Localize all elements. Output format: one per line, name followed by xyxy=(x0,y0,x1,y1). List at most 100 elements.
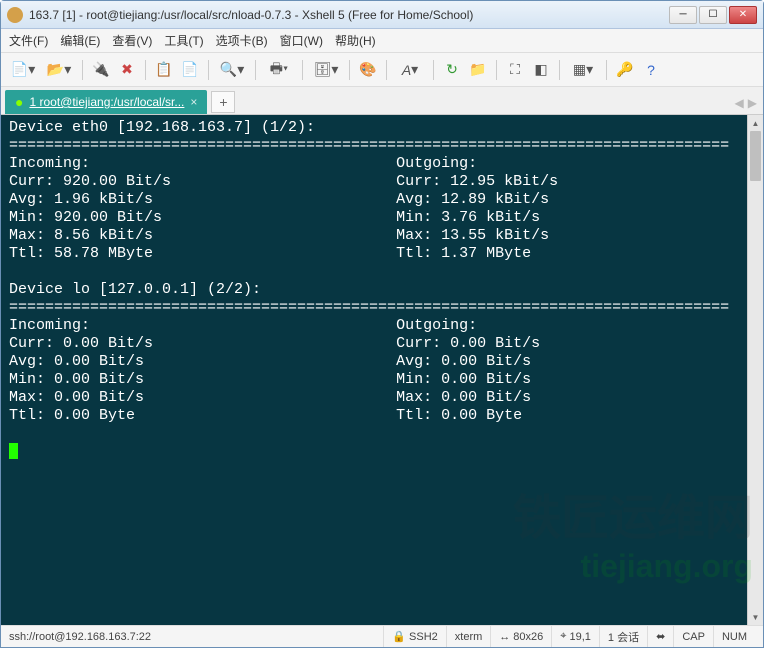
status-sessions: 1 会话 xyxy=(599,626,647,647)
lo-out-curr: Curr: 0.00 Bit/s xyxy=(396,335,540,352)
find-icon[interactable]: 🔍▾ xyxy=(216,59,248,81)
paste-icon[interactable]: 📄 xyxy=(179,59,201,81)
status-num: NUM xyxy=(713,626,755,647)
fullscreen-icon[interactable]: ⛶ xyxy=(504,59,526,81)
tab-label: 1 root@tiejiang:/usr/local/sr... xyxy=(29,95,184,109)
eth0-in-max: Max: 8.56 kBit/s xyxy=(9,227,153,244)
incoming-label: Incoming: xyxy=(9,317,90,334)
titlebar[interactable]: 163.7 [1] - root@tiejiang:/usr/local/src… xyxy=(1,1,763,29)
lo-out-max: Max: 0.00 Bit/s xyxy=(396,389,531,406)
eth0-in-ttl: Ttl: 58.78 MByte xyxy=(9,245,153,262)
menu-help[interactable]: 帮助(H) xyxy=(335,32,376,49)
tab-close-icon[interactable]: × xyxy=(190,95,197,109)
scroll-thumb[interactable] xyxy=(750,131,761,181)
tab-session-1[interactable]: ● 1 root@tiejiang:/usr/local/sr... × xyxy=(5,90,207,114)
separator xyxy=(496,60,497,80)
status-connection: ssh://root@192.168.163.7:22 xyxy=(9,631,383,643)
transfer-icon[interactable]: ↻ xyxy=(441,59,463,81)
font-icon[interactable]: A▾ xyxy=(394,59,426,81)
separator xyxy=(145,60,146,80)
lo-in-max: Max: 0.00 Bit/s xyxy=(9,389,144,406)
lock-icon: 🔒 xyxy=(392,630,406,643)
terminal-area: Device eth0 [192.168.163.7] (1/2): =====… xyxy=(1,115,763,625)
status-conn-indicator: ⬌ xyxy=(647,626,673,647)
layout-icon[interactable]: ▦▾ xyxy=(567,59,599,81)
separator xyxy=(302,60,303,80)
vertical-scrollbar[interactable]: ▲ ▼ xyxy=(747,115,763,625)
nload-header-lo: Device lo [127.0.0.1] (2/2): xyxy=(9,281,261,298)
tabbar: ● 1 root@tiejiang:/usr/local/sr... × + ◀… xyxy=(1,87,763,115)
toolbar: 📄▾ 📂▾ 🔌 ✖ 📋 📄 🔍▾ 🖶▾ 🗄▾ 🎨 A▾ ↻ 📁 ⛶ ◧ ▦▾ 🔑… xyxy=(1,53,763,87)
key-icon[interactable]: 🔑 xyxy=(614,59,636,81)
lo-in-curr: Curr: 0.00 Bit/s xyxy=(9,335,153,352)
scroll-up-icon[interactable]: ▲ xyxy=(748,115,763,131)
status-term-type: xterm xyxy=(446,626,491,647)
lo-out-min: Min: 0.00 Bit/s xyxy=(396,371,531,388)
tab-prev-icon[interactable]: ◀ xyxy=(735,96,744,110)
cursor-pos-icon: ⌖ xyxy=(560,630,566,643)
lo-out-avg: Avg: 0.00 Bit/s xyxy=(396,353,531,370)
color-scheme-icon[interactable]: 🎨 xyxy=(357,59,379,81)
status-caps: CAP xyxy=(673,626,713,647)
eth0-in-min: Min: 920.00 Bit/s xyxy=(9,209,162,226)
separator xyxy=(255,60,256,80)
terminal-cursor xyxy=(9,443,18,459)
menu-view[interactable]: 查看(V) xyxy=(112,32,152,49)
lo-out-ttl: Ttl: 0.00 Byte xyxy=(396,407,522,424)
menu-edit[interactable]: 编辑(E) xyxy=(60,32,100,49)
app-icon xyxy=(7,7,23,23)
app-window: 163.7 [1] - root@tiejiang:/usr/local/src… xyxy=(0,0,764,648)
tab-next-icon[interactable]: ▶ xyxy=(748,96,757,110)
status-protocol: 🔒SSH2 xyxy=(383,626,445,647)
new-tab-button[interactable]: + xyxy=(211,91,235,113)
statusbar: ssh://root@192.168.163.7:22 🔒SSH2 xterm … xyxy=(1,625,763,647)
separator xyxy=(386,60,387,80)
menu-tabs[interactable]: 选项卡(B) xyxy=(216,32,268,49)
eth0-out-min: Min: 3.76 kBit/s xyxy=(396,209,540,226)
minimize-button[interactable]: ─ xyxy=(669,6,697,24)
eth0-in-avg: Avg: 1.96 kBit/s xyxy=(9,191,153,208)
copy-icon[interactable]: 📋 xyxy=(153,59,175,81)
separator xyxy=(82,60,83,80)
connected-icon: ● xyxy=(15,94,23,110)
scroll-down-icon[interactable]: ▼ xyxy=(748,609,763,625)
eth0-out-curr: Curr: 12.95 kBit/s xyxy=(396,173,558,190)
tab-nav: ◀ ▶ xyxy=(735,96,757,110)
eth0-out-max: Max: 13.55 kBit/s xyxy=(396,227,549,244)
lo-in-ttl: Ttl: 0.00 Byte xyxy=(9,407,135,424)
xftp-icon[interactable]: 📁 xyxy=(467,59,489,81)
terminal[interactable]: Device eth0 [192.168.163.7] (1/2): =====… xyxy=(1,115,763,625)
open-icon[interactable]: 📂▾ xyxy=(43,59,75,81)
lo-in-min: Min: 0.00 Bit/s xyxy=(9,371,144,388)
resize-icon: ↔ xyxy=(499,631,510,643)
outgoing-label: Outgoing: xyxy=(396,317,477,334)
print-icon[interactable]: 🖶▾ xyxy=(263,59,295,81)
separator xyxy=(433,60,434,80)
new-session-icon[interactable]: 📄▾ xyxy=(7,59,39,81)
separator xyxy=(606,60,607,80)
outgoing-label: Outgoing: xyxy=(396,155,477,172)
rule: ========================================… xyxy=(9,299,729,316)
close-button[interactable]: ✕ xyxy=(729,6,757,24)
menu-window[interactable]: 窗口(W) xyxy=(280,32,323,49)
eth0-out-ttl: Ttl: 1.37 MByte xyxy=(396,245,531,262)
help-icon[interactable]: ? xyxy=(640,59,662,81)
menubar: 文件(F) 编辑(E) 查看(V) 工具(T) 选项卡(B) 窗口(W) 帮助(… xyxy=(1,29,763,53)
status-size: ↔ 80x26 xyxy=(490,626,551,647)
incoming-label: Incoming: xyxy=(9,155,90,172)
reconnect-icon[interactable]: 🔌 xyxy=(90,59,112,81)
eth0-out-avg: Avg: 12.89 kBit/s xyxy=(396,191,549,208)
rule: ========================================… xyxy=(9,137,729,154)
separator xyxy=(208,60,209,80)
menu-tools[interactable]: 工具(T) xyxy=(164,32,203,49)
link-icon: ⬌ xyxy=(656,630,665,643)
separator xyxy=(349,60,350,80)
menu-file[interactable]: 文件(F) xyxy=(9,32,48,49)
status-cursor-pos: ⌖ 19,1 xyxy=(551,626,599,647)
separator xyxy=(559,60,560,80)
transparency-icon[interactable]: ◧ xyxy=(530,59,552,81)
disconnect-icon[interactable]: ✖ xyxy=(116,59,138,81)
properties-icon[interactable]: 🗄▾ xyxy=(310,59,342,81)
maximize-button[interactable]: ☐ xyxy=(699,6,727,24)
nload-header-eth0: Device eth0 [192.168.163.7] (1/2): xyxy=(9,119,315,136)
